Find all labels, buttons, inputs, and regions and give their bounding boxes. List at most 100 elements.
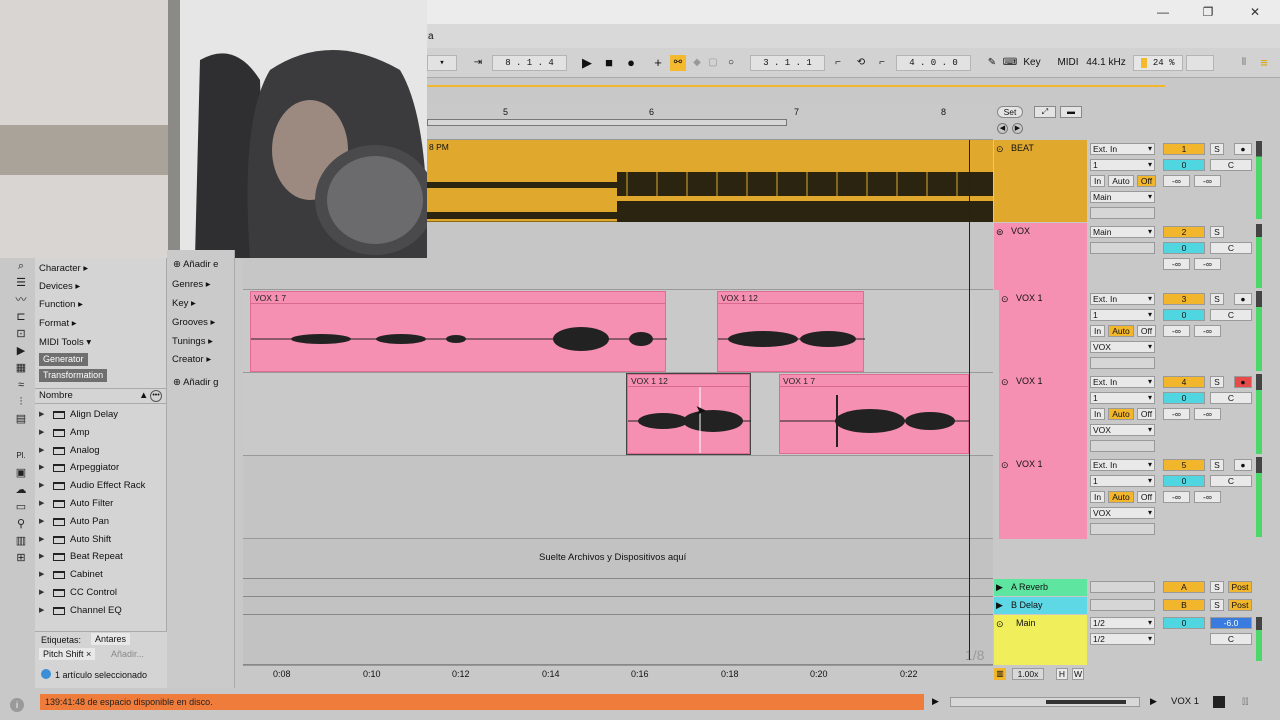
monitor-button[interactable]: Off (1137, 325, 1156, 337)
browser-item[interactable]: ▶ Amp (35, 424, 166, 442)
fold-icon[interactable]: ⊙ (1001, 458, 1009, 472)
next-locator-icon[interactable]: ▶ (1012, 123, 1023, 134)
drop-zone[interactable]: Suelte Archivos y Dispositivos aquí (243, 539, 993, 579)
group-genres[interactable]: Genres ▸ (172, 276, 211, 293)
keyboard-icon[interactable]: ⌨ (1002, 55, 1018, 71)
tempo-nudge-dropdown[interactable]: ▾ (427, 55, 457, 71)
user-library-icon[interactable]: ▭ (7, 499, 35, 515)
monitor-button[interactable]: In (1090, 175, 1105, 187)
add-group-button[interactable]: ⊕ Añadir e (173, 256, 218, 273)
expand-arrow-icon[interactable]: ▶ (39, 566, 44, 584)
track-activator-button[interactable]: 4 (1163, 376, 1205, 388)
fold-icon[interactable]: ▶ (996, 580, 1003, 594)
track-activator-button[interactable]: 2 (1163, 226, 1205, 238)
volume-value[interactable]: 0 (1163, 475, 1205, 487)
monitor-button[interactable]: In (1090, 491, 1105, 503)
wave-icon[interactable]: ≈ (7, 377, 35, 393)
rack-icon[interactable]: ▤ (7, 411, 35, 427)
browser-item[interactable]: ▶ Beat Repeat (35, 548, 166, 566)
output-channel-slot[interactable] (1090, 440, 1155, 452)
re-enable-automation-icon[interactable]: ◆ (690, 55, 704, 71)
expand-arrow-icon[interactable]: ▶ (39, 424, 44, 442)
solo-button[interactable]: S (1210, 226, 1224, 238)
main-pan[interactable]: C (1210, 633, 1252, 645)
group-key[interactable]: Key ▸ (172, 295, 196, 312)
punch-out-icon[interactable]: ⌐ (874, 55, 890, 71)
main-output-select[interactable]: 1/2 (1090, 633, 1155, 645)
browser-item[interactable]: ▶ Audio Effect Rack (35, 477, 166, 495)
post-button[interactable]: Post (1228, 581, 1252, 593)
output-channel-slot[interactable] (1090, 357, 1155, 369)
track-activator-button[interactable]: 1 (1163, 143, 1205, 155)
overview-icon[interactable]: ⦀ (1236, 55, 1252, 71)
main-output-select[interactable]: 1/2 (1090, 617, 1155, 629)
input-type-select[interactable]: Ext. In (1090, 143, 1155, 155)
clip-icon[interactable]: ▶ (7, 343, 35, 359)
track-header-vox-1[interactable]: ⊙ VOX 1 (999, 290, 1087, 373)
main-volume[interactable]: 0 (1163, 617, 1205, 629)
more-options-icon[interactable]: ••• (150, 390, 162, 402)
midi-map-button[interactable]: MIDI (1054, 55, 1082, 71)
previous-locator-icon[interactable]: ◀ (997, 123, 1008, 134)
return-a-lane[interactable] (243, 579, 993, 597)
solo-button[interactable]: S (1210, 143, 1224, 155)
input-channel-select[interactable]: 1 (1090, 475, 1155, 487)
play-icon[interactable]: ▶ (932, 696, 944, 708)
play-icon[interactable]: ▶ (1150, 696, 1157, 707)
return-a-slot[interactable] (1090, 581, 1155, 593)
post-button[interactable]: Post (1228, 599, 1252, 611)
beat-audio-clip[interactable]: 8 PM (427, 140, 993, 222)
add-folder-icon[interactable]: ⊞ (7, 550, 35, 566)
main-header[interactable]: ⊙ Main (994, 615, 1087, 665)
expand-arrow-icon[interactable]: ▶ (39, 406, 44, 424)
browser-item[interactable]: ▶ Auto Filter (35, 495, 166, 513)
expand-arrow-icon[interactable]: ▶ (39, 459, 44, 477)
fold-icon[interactable]: ⊙ (1001, 292, 1009, 306)
loop-icon[interactable]: ⟲ (852, 55, 870, 71)
fold-icon[interactable]: ⊙ (1001, 375, 1009, 389)
grid-icon[interactable]: ▦ (7, 360, 35, 376)
track-activator-button[interactable]: 5 (1163, 459, 1205, 471)
input-type-select[interactable]: Main (1090, 226, 1155, 238)
solo-button[interactable]: S (1210, 599, 1224, 611)
monitor-button[interactable]: In (1090, 325, 1105, 337)
browser-item[interactable]: ▶ Align Delay (35, 406, 166, 424)
zoom-value[interactable]: 1.00x (1012, 668, 1044, 680)
send-a-value[interactable]: -∞ (1163, 325, 1190, 337)
eq-icon[interactable]: ⫶ (7, 394, 35, 410)
audio-clip-selected[interactable]: VOX 1 12 (626, 373, 751, 455)
close-button[interactable]: ✕ (1244, 3, 1266, 21)
return-b-lane[interactable] (243, 597, 993, 615)
audio-clip[interactable]: VOX 1 7 (250, 291, 667, 372)
session-record-icon[interactable]: ○ (724, 55, 738, 71)
time-ruler[interactable]: 0:08 0:10 0:12 0:14 0:16 0:18 0:20 0:22 (243, 665, 993, 685)
browser-item[interactable]: ▶ Analog (35, 442, 166, 460)
pan-value[interactable]: C (1210, 309, 1252, 321)
track-header-vox[interactable]: ⊜ VOX (994, 223, 1087, 290)
expand-arrow-icon[interactable]: ▶ (39, 602, 44, 620)
output-channel-slot[interactable] (1090, 207, 1155, 219)
solo-button[interactable]: S (1210, 293, 1224, 305)
h-button[interactable]: H (1056, 668, 1068, 680)
monitor-button[interactable]: Auto (1108, 408, 1134, 420)
device-view-icon[interactable] (1213, 696, 1225, 708)
cube-icon[interactable]: ⊡ (7, 326, 35, 342)
main-lane[interactable]: 1/8 (243, 615, 993, 665)
output-channel-slot[interactable] (1090, 523, 1155, 535)
browser-item[interactable]: ▶ Channel EQ (35, 602, 166, 620)
add-group-button[interactable]: ⊕ Añadir g (173, 374, 218, 391)
volume-value[interactable]: 0 (1163, 392, 1205, 404)
fold-icon[interactable]: ▶ (996, 598, 1003, 612)
maximize-button[interactable]: ❐ (1197, 3, 1219, 21)
input-channel-select[interactable]: 1 (1090, 309, 1155, 321)
audio-clip[interactable]: VOX 1 7 (779, 374, 970, 454)
output-select[interactable]: VOX (1090, 424, 1155, 436)
category-midi-tools[interactable]: MIDI Tools ▾ (39, 334, 91, 351)
return-header-b[interactable]: ▶ B Delay (994, 597, 1087, 614)
clip-overview[interactable] (950, 697, 1140, 707)
category-format[interactable]: Format ▸ (39, 315, 77, 332)
automation-arm-icon[interactable]: ⚯ (670, 55, 686, 71)
return-b-button[interactable]: B (1163, 599, 1205, 611)
label-pitch-shift[interactable]: Pitch Shift × (39, 648, 96, 660)
return-a-button[interactable]: A (1163, 581, 1205, 593)
